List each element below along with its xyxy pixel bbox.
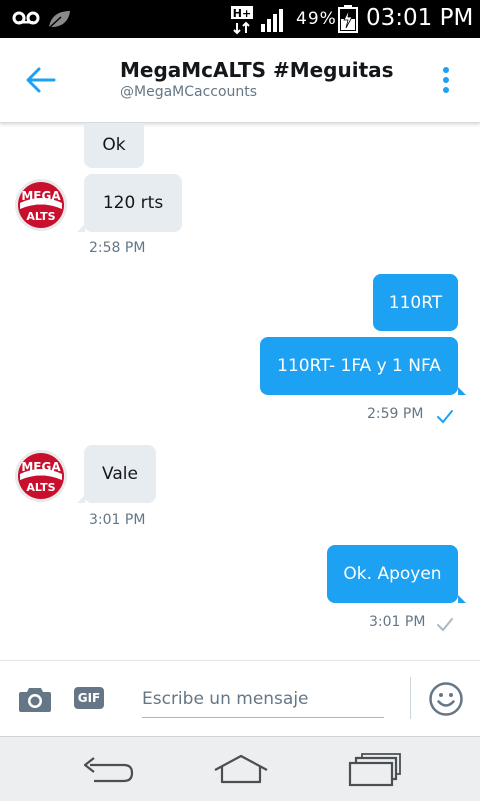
system-navigation-bar [0, 736, 480, 801]
gif-label: GIF [77, 691, 101, 705]
avatar[interactable]: MEGA MC ALTS [14, 449, 68, 503]
message-timestamp: 2:58 PM [89, 240, 146, 256]
message-timestamp: 2:59 PM [367, 406, 424, 422]
message-bubble-incoming[interactable]: 120 rts [84, 174, 182, 232]
message-thread[interactable]: Ok MEGA MC ALTS 120 rts 2:58 PM 110RT 11… [0, 123, 480, 660]
avatar[interactable]: MEGA MC ALTS [14, 178, 68, 232]
emoji-icon[interactable] [428, 681, 464, 717]
avatar-text: MEGA [21, 460, 61, 474]
message-text: 110RT- 1FA y 1 NFA [277, 356, 441, 376]
more-vert-icon[interactable] [436, 64, 456, 96]
message-bubble-outgoing[interactable]: 110RT- 1FA y 1 NFA [260, 337, 458, 395]
bubble-tail [458, 387, 466, 395]
avatar-text: MEGA [21, 189, 61, 203]
battery-percentage: 49% [296, 9, 337, 29]
read-check-icon [437, 410, 453, 424]
voicemail-icon [12, 11, 40, 25]
network-type-label: H+ [233, 7, 251, 20]
message-timestamp: 3:01 PM [89, 512, 146, 528]
conversation-title: MegaMcALTS #Meguitas [120, 58, 394, 82]
battery-charging-icon [338, 5, 358, 33]
gif-button[interactable]: GIF [74, 687, 104, 709]
message-bubble-incoming[interactable]: Vale [84, 445, 156, 503]
nav-home-icon[interactable] [212, 753, 270, 785]
bubble-tail [77, 495, 85, 503]
nav-back-icon[interactable] [80, 755, 136, 785]
conversation-handle: @MegaMCaccounts [120, 84, 258, 100]
camera-icon[interactable] [18, 685, 52, 713]
message-timestamp: 3:01 PM [369, 614, 426, 630]
message-bubble-incoming[interactable]: Ok [84, 123, 144, 168]
message-text: 110RT [388, 292, 443, 313]
message-text: 120 rts [102, 193, 164, 213]
bubble-tail [77, 224, 85, 232]
message-bubble-outgoing[interactable]: Ok. Apoyen [327, 545, 458, 603]
clock: 03:01 PM [366, 5, 474, 31]
network-type-icon: H+ [231, 6, 253, 35]
bubble-tail [458, 595, 466, 603]
leaf-icon [48, 11, 70, 29]
message-text: Ok. Apoyen [343, 564, 442, 584]
avatar-text: ALTS [26, 481, 55, 494]
message-bubble-outgoing[interactable]: 110RT [373, 274, 458, 331]
sent-check-icon [437, 618, 453, 632]
avatar-text: ALTS [26, 210, 55, 223]
message-text: Ok [102, 134, 126, 155]
message-composer: GIF [0, 660, 480, 737]
message-text: Vale [102, 464, 138, 484]
nav-recent-icon[interactable] [348, 753, 402, 787]
signal-icon [261, 9, 283, 32]
message-input[interactable] [142, 681, 384, 718]
conversation-header: MegaMcALTS #Meguitas @MegaMCaccounts [0, 38, 480, 123]
status-bar: H+ 49% 03:01 PM [0, 0, 480, 38]
back-arrow-icon[interactable] [24, 64, 58, 96]
composer-divider [410, 677, 411, 719]
